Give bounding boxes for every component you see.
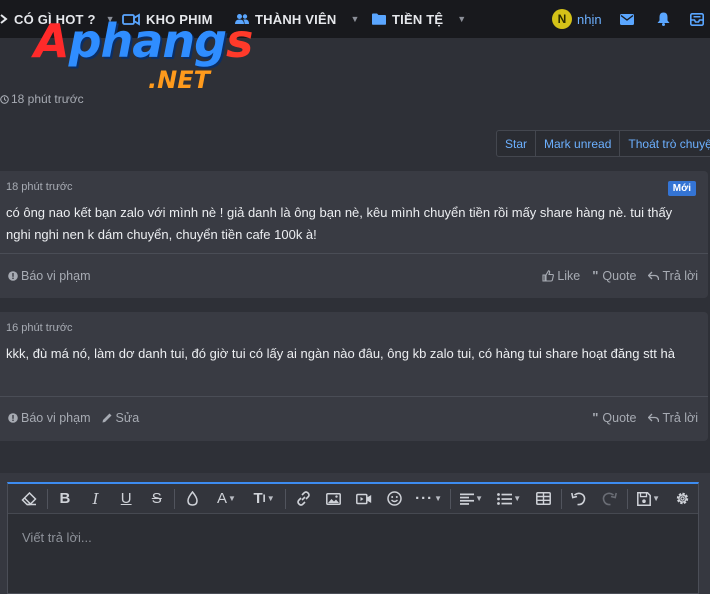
edit-button[interactable]: Sửa <box>102 411 139 425</box>
toolbar-separator <box>449 488 451 509</box>
chevron-right-icon <box>0 14 8 24</box>
nav-item-tien-te[interactable]: TIỀN TỆ ▼ <box>372 0 466 38</box>
rich-text-editor: B I U S A ▼ T I ▼ ··· ▼ ▼ ▼ ▼ Viết trả l… <box>7 482 699 594</box>
star-button[interactable]: Star <box>497 131 535 156</box>
align-icon[interactable]: ▼ <box>453 484 491 514</box>
reply-button[interactable]: Trả lời <box>648 411 698 425</box>
report-button[interactable]: Báo vi phạm <box>8 411 90 425</box>
toolbar-separator <box>626 488 628 509</box>
post-divider <box>0 396 708 397</box>
media-icon[interactable] <box>349 484 380 514</box>
reply-icon <box>648 413 660 423</box>
reply-input[interactable]: Viết trả lời... <box>22 530 92 545</box>
chevron-down-icon[interactable]: ▼ <box>457 14 466 24</box>
thumbs-up-icon <box>542 270 555 282</box>
font-family-icon[interactable]: A ▼ <box>208 484 246 514</box>
thread-start-time: 18 phút trước <box>0 92 84 106</box>
leave-conversation-button[interactable]: Thoát trò chuyện <box>619 131 710 156</box>
reply-area: B I U S A ▼ T I ▼ ··· ▼ ▼ ▼ ▼ Viết trả l… <box>0 473 710 594</box>
gear-icon[interactable] <box>667 484 698 514</box>
underline-icon[interactable]: U <box>111 484 142 514</box>
more-options-icon[interactable]: ··· ▼ <box>410 484 448 514</box>
drafts-icon[interactable]: ▼ <box>630 484 668 514</box>
post-time[interactable]: 18 phút trước <box>6 181 73 193</box>
new-badge: Mới <box>667 181 696 196</box>
image-icon[interactable] <box>318 484 349 514</box>
eraser-icon[interactable] <box>14 484 45 514</box>
text-color-icon[interactable] <box>177 484 208 514</box>
chevron-down-icon[interactable]: ▼ <box>350 14 359 24</box>
alert-icon <box>8 271 18 281</box>
like-button[interactable]: Like <box>542 269 580 283</box>
mail-icon[interactable] <box>620 13 634 25</box>
post-content: có ông nao kết bạn zalo với mình nè ! gi… <box>6 205 673 242</box>
list-icon[interactable]: ▼ <box>490 484 528 514</box>
post-footer: Báo vi phạm Sửa " Quote Trả lời <box>0 404 708 432</box>
link-icon[interactable] <box>288 484 319 514</box>
logo-net: .NET <box>148 66 210 94</box>
post-divider <box>0 253 708 254</box>
report-button[interactable]: Báo vi phạm <box>8 269 90 283</box>
inbox-icon[interactable] <box>690 12 704 26</box>
nav-item-label: THÀNH VIÊN <box>255 11 337 27</box>
user-menu[interactable]: N nhịn <box>552 9 602 29</box>
message-post: 16 phút trước kkk, đù má nó, làm dơ danh… <box>0 312 708 441</box>
quote-button[interactable]: " Quote <box>592 269 636 283</box>
font-size-icon[interactable]: T I ▼ <box>245 484 283 514</box>
post-content: kkk, đù má nó, làm dơ danh tui, đó giờ t… <box>6 346 675 361</box>
folder-icon <box>372 13 386 25</box>
mark-unread-button[interactable]: Mark unread <box>535 131 619 156</box>
site-logo[interactable]: Aphangs .NET <box>34 14 253 96</box>
alert-icon <box>8 413 18 423</box>
clock-icon <box>0 94 9 104</box>
quote-button[interactable]: " Quote <box>592 411 636 425</box>
username[interactable]: nhịn <box>577 12 602 27</box>
italic-icon[interactable]: I <box>80 484 111 514</box>
conversation-actions: Star Mark unread Thoát trò chuyện <box>496 130 710 157</box>
toolbar-separator <box>560 488 562 509</box>
quote-icon: " <box>592 268 599 283</box>
smiley-icon[interactable] <box>380 484 411 514</box>
thread-time-text: 18 phút trước <box>11 92 84 106</box>
strikethrough-icon[interactable]: S <box>141 484 172 514</box>
logo-wordmark: Aphangs <box>34 14 253 68</box>
toolbar-separator <box>174 488 176 509</box>
post-footer: Báo vi phạm Like " Quote Trả lời <box>0 262 708 290</box>
bold-icon[interactable]: B <box>50 484 81 514</box>
pencil-icon <box>102 413 112 423</box>
table-icon[interactable] <box>528 484 559 514</box>
nav-item-thanh-vien[interactable]: THÀNH VIÊN ▼ <box>235 0 359 38</box>
toolbar-separator <box>284 488 286 509</box>
toolbar-separator <box>46 488 48 509</box>
reply-icon <box>648 271 660 281</box>
quote-icon: " <box>592 410 599 425</box>
bell-icon[interactable] <box>657 12 670 26</box>
nav-item-label: TIỀN TỆ <box>392 11 444 27</box>
redo-icon[interactable] <box>594 484 625 514</box>
message-post: 18 phút trước Mới có ông nao kết bạn zal… <box>0 171 708 298</box>
editor-toolbar: B I U S A ▼ T I ▼ ··· ▼ ▼ ▼ ▼ <box>8 484 698 514</box>
undo-icon[interactable] <box>564 484 595 514</box>
post-time[interactable]: 16 phút trước <box>6 322 73 334</box>
avatar[interactable]: N <box>552 9 572 29</box>
reply-button[interactable]: Trả lời <box>648 269 698 283</box>
